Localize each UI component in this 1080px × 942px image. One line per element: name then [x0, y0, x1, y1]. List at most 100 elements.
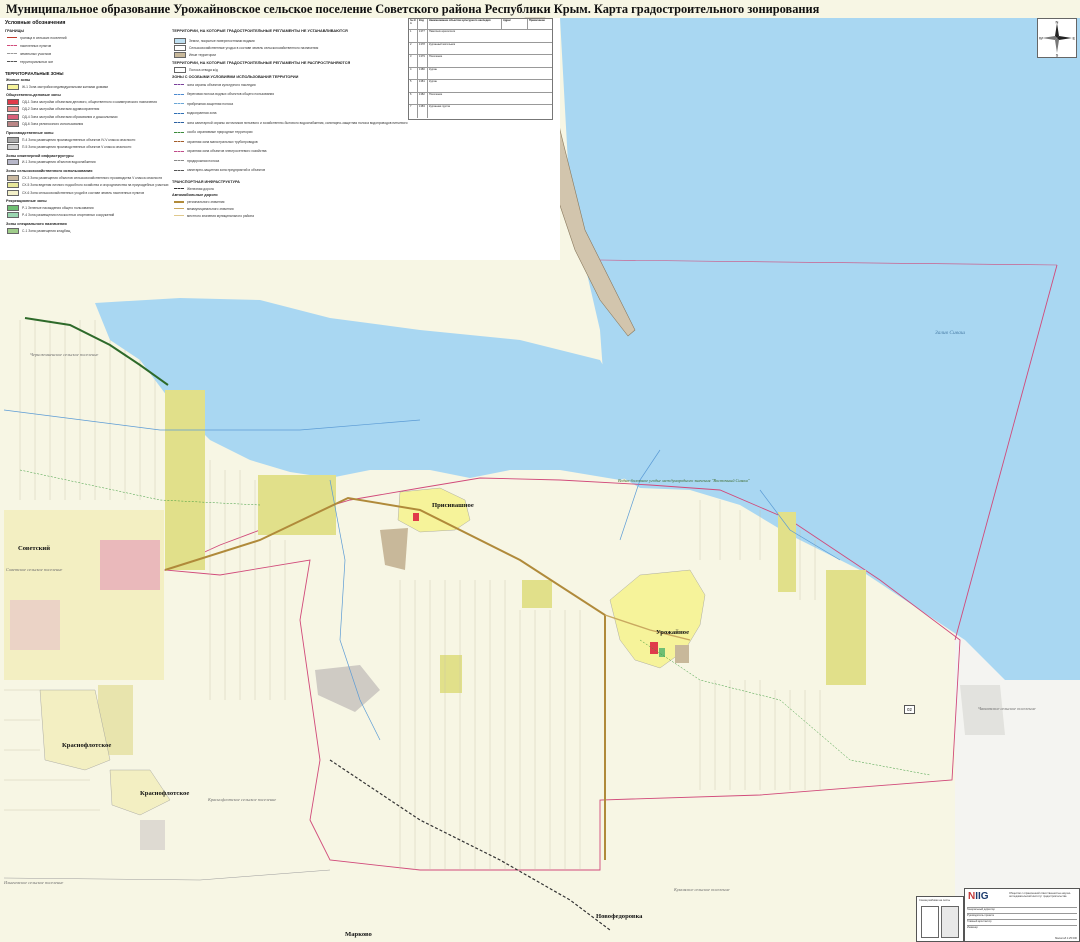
- road-swatch: [174, 200, 184, 203]
- not-established-item: Земли, покрытые поверхностными водами: [174, 37, 255, 44]
- special-zone-item: придорожная полоса: [174, 158, 219, 163]
- transport-heading: ТРАНСПОРТНАЯ ИНФРАСТРУКТУРА: [172, 180, 240, 184]
- heritage-table: № п/п Код Наименование объектов культурног…: [408, 18, 553, 120]
- zone-legend-item: ОД-1 Зона застройки объектами делового, …: [7, 98, 157, 105]
- zone-swatch: [7, 121, 19, 128]
- boundary-label: граница в сельских поселений: [20, 35, 67, 40]
- label-sovetskoe-sp: Советское сельское поселение: [6, 567, 63, 572]
- not-established-label: Земли, покрытые поверхностными водами: [189, 38, 255, 43]
- special-zone-item: зона охраны объектов культурного наследи…: [174, 82, 256, 87]
- stamp-row: Руководитель проекта: [967, 913, 1077, 917]
- sovetsky-zone-2: [10, 600, 60, 650]
- special-zone-item: зона санитарной охраны источников питьев…: [174, 120, 408, 125]
- company-logo: NIIG: [968, 891, 989, 902]
- compass-rose: N S W E: [1037, 18, 1077, 58]
- special-zone-item: санитарно-защитная зона предприятий и об…: [174, 168, 265, 173]
- boundary-swatch: [7, 61, 17, 62]
- agri-strip-left: [165, 390, 205, 570]
- agri-plot-mid: [522, 580, 552, 608]
- boundary-legend-item: населенных пунктов: [7, 43, 51, 48]
- table-row: 6 1382 Поселение: [409, 91, 552, 105]
- not-established-swatch: [174, 51, 186, 58]
- table-row: 3 1379 Поселение: [409, 54, 552, 68]
- stamp-row: Генеральный директор: [967, 907, 1077, 911]
- zone-swatch: [7, 106, 19, 113]
- title-block: NIIG Общество с ограниченной ответственн…: [964, 888, 1080, 942]
- special-zone-label: охранная зона объектов электросетевого х…: [187, 149, 267, 153]
- zone-label: Р-4 Зона размещения плоскостных спортивн…: [22, 213, 115, 218]
- agri-strip-far-east: [826, 570, 866, 685]
- road-label: регионального значения: [187, 199, 225, 204]
- special-zone-label: водоохранная зона: [187, 111, 217, 115]
- sovetsky-public-zone: [100, 540, 160, 590]
- map-title: Муниципальное образование Урожайновское …: [6, 2, 820, 16]
- zone-legend-item: ОД-4 Зона застройки объектами образовани…: [7, 113, 118, 120]
- zone-group-heading: Общественно-деловые зоны: [6, 93, 61, 98]
- boundary-label: населенных пунктов: [20, 43, 52, 48]
- zone-label: СХ-6 Зона сельскохозяйственных угодий в …: [22, 190, 145, 195]
- table-row: 4 1380 Курган: [409, 66, 552, 80]
- zone-legend-item: С-1 Зона размещения кладбищ: [7, 227, 71, 234]
- zone-group-heading: Зоны сельскохозяйственного использования: [6, 169, 93, 174]
- zone-label: П-5 Зона размещения производственных объ…: [22, 144, 132, 149]
- special-zone-swatch: [174, 141, 184, 142]
- table-header-cell: Наименование объектов культурного наслед…: [427, 19, 502, 29]
- zone-label: ОД-4 Зона застройки объектами образовани…: [22, 114, 118, 119]
- compass-w: W: [1039, 36, 1043, 41]
- road-legend-item: регионального значения: [174, 199, 224, 204]
- zone-swatch: [7, 113, 19, 120]
- not-established-label: Иные территории: [189, 52, 216, 57]
- compass-e: E: [1073, 36, 1076, 41]
- label-kumovo-sp: Кумовское сельское поселение: [674, 887, 730, 892]
- scale-text: Масштаб 1:25 000: [1055, 937, 1077, 940]
- special-zone-swatch: [174, 112, 184, 114]
- label-wetland-reserve: Водно-болотное угодье международного зна…: [618, 478, 750, 483]
- zone-legend-item: СХ-3 Зона размещения объектов сельскохоз…: [7, 174, 163, 181]
- zone-group-heading: Жилые зоны: [6, 78, 31, 82]
- not-applied-swatch: [174, 66, 186, 73]
- road-label: местного значения муниципального района: [187, 213, 254, 218]
- special-zone-item: охранная зона магистральных трубопроводо…: [174, 139, 258, 144]
- special-zone-item: особо охраняемые природные территории: [174, 130, 253, 135]
- label-ilichevskoe-sp: Ильичевское сельское поселение: [4, 880, 64, 885]
- not-established-item: Сельскохозяйственные угодья в составе зе…: [174, 44, 318, 51]
- label-markovo: Марково: [345, 931, 372, 938]
- map-page: Муниципальное образование Урожайновское …: [0, 0, 1080, 942]
- special-zone-swatch: [174, 160, 184, 161]
- special-heading: ЗОНЫ С ОСОБЫМИ УСЛОВИЯМИ ИСПОЛЬЗОВАНИЯ Т…: [172, 75, 299, 79]
- zone-legend-item: П-5 Зона размещения производственных объ…: [7, 143, 132, 150]
- special-zone-item: водоохранная зона: [174, 111, 216, 116]
- zone-swatch: [7, 159, 19, 166]
- urozhaynoe-public: [650, 642, 658, 654]
- zone-swatch: [7, 182, 19, 189]
- label-privolnoe: Присивашное: [432, 502, 474, 509]
- special-zone-item: прибрежная защитная полоса: [174, 101, 233, 106]
- special-zone-swatch: [174, 103, 184, 104]
- boundary-label: территориальных зон: [20, 59, 54, 64]
- zone-label: Ж-1 Зона застройки индивидуальными жилым…: [22, 84, 109, 89]
- boundary-swatch: [7, 53, 17, 54]
- zone-label: С-1 Зона размещения кладбищ: [22, 228, 71, 233]
- label-chapaevskoe-sp: Чапаевское сельское поселение: [978, 706, 1036, 711]
- zone-label: СХ-3 Зона размещения объектов сельскохоз…: [22, 175, 163, 180]
- agri-strip-east: [778, 512, 796, 592]
- zone-legend-item: Р-4 Зона размещения плоскостных спортивн…: [7, 212, 115, 219]
- not-established-item: Иные территории: [174, 51, 216, 58]
- special-zone-swatch: [174, 169, 184, 171]
- zone-label: Р-1 Зеленые насаждения общего пользовани…: [22, 205, 94, 210]
- special-zone-label: зона охраны объектов культурного наследи…: [187, 82, 256, 87]
- label-chernozemnenskoe-sp: Черноземненское сельское поселение: [30, 352, 99, 357]
- boundary-legend-item: территориальных зон: [7, 59, 53, 64]
- special-zone-swatch: [174, 84, 184, 85]
- road-legend-item: местного значения муниципального района: [174, 213, 254, 218]
- zone-legend-item: СХ-5 Зона ведения личного подсобного хоз…: [7, 182, 169, 189]
- label-krasnoflotskoe-1: Краснофлотское: [62, 742, 112, 749]
- road-number-badge: 02: [904, 705, 915, 714]
- zone-swatch: [7, 136, 19, 143]
- company-name: Общество с ограниченной ответственностью…: [1009, 892, 1071, 898]
- roads-heading: Автомобильные дороги: [172, 193, 218, 197]
- boundary-legend-item: граница в сельских поселений: [7, 35, 67, 40]
- sheet-scheme: Схема разбивки на листы: [916, 896, 964, 942]
- zone-swatch: [7, 189, 19, 196]
- table-header-cell: № п/п: [410, 19, 416, 25]
